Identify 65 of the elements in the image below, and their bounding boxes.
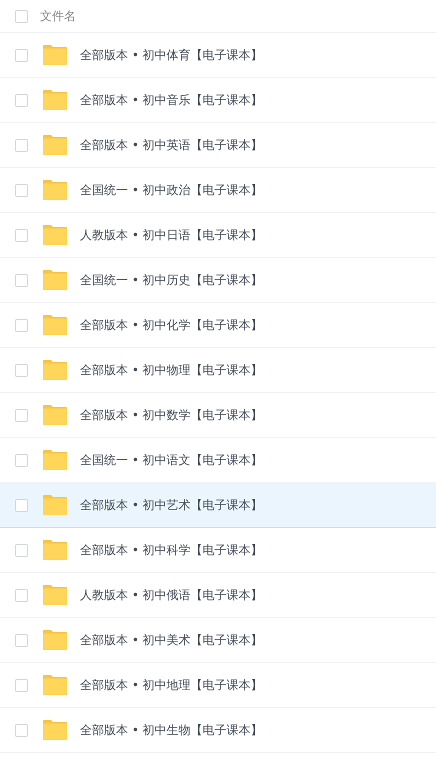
folder-icon xyxy=(42,494,68,516)
row-checkbox[interactable] xyxy=(15,498,28,512)
row-checkbox[interactable] xyxy=(15,274,28,286)
file-name[interactable]: 全国统一 • 初中政治【电子课本】 xyxy=(80,182,263,198)
file-name[interactable]: 全部版本 • 初中体育【电子课本】 xyxy=(80,46,263,64)
row-checkbox[interactable] xyxy=(15,184,28,196)
file-row[interactable]: 全国统一 • 初中历史【电子课本】 xyxy=(0,258,436,303)
file-name[interactable]: 人教版本 • 初中日语【电子课本】 xyxy=(80,226,263,244)
folder-icon xyxy=(42,134,68,156)
file-row[interactable]: 全部版本 • 初中数学【电子课本】 xyxy=(0,393,436,438)
row-checkbox[interactable] xyxy=(15,94,28,106)
row-checkbox[interactable] xyxy=(15,228,28,242)
folder-icon xyxy=(42,314,68,336)
row-checkbox[interactable] xyxy=(15,724,28,736)
folder-icon xyxy=(42,629,68,651)
row-checkbox[interactable] xyxy=(15,454,28,466)
folder-icon xyxy=(42,584,68,606)
file-name[interactable]: 全部版本 • 初中生物【电子课本】 xyxy=(80,722,263,738)
file-name[interactable]: 全国统一 • 初中语文【电子课本】 xyxy=(80,452,263,468)
file-name[interactable]: 全国统一 • 初中历史【电子课本】 xyxy=(80,272,263,288)
folder-icon xyxy=(42,719,68,741)
file-row[interactable]: 全部版本 • 初中英语【电子课本】 xyxy=(0,123,436,168)
file-row[interactable]: 全部版本 • 初中地理【电子课本】 xyxy=(0,663,436,708)
file-row[interactable]: 全部版本 • 初中音乐【电子课本】 xyxy=(0,78,436,123)
file-row[interactable]: 全部版本 • 初中体育【电子课本】 xyxy=(0,33,436,78)
folder-icon xyxy=(42,539,68,561)
folder-icon xyxy=(42,449,68,471)
select-all-checkbox[interactable] xyxy=(15,10,28,22)
row-checkbox[interactable] xyxy=(15,588,28,602)
file-name[interactable]: 全部版本 • 初中物理【电子课本】 xyxy=(80,362,263,378)
file-row[interactable]: 全国统一 • 初中政治【电子课本】 xyxy=(0,168,436,213)
row-checkbox[interactable] xyxy=(15,678,28,692)
row-checkbox[interactable] xyxy=(15,544,28,556)
folder-icon xyxy=(42,224,68,246)
row-checkbox[interactable] xyxy=(15,364,28,376)
file-name[interactable]: 全部版本 • 初中地理【电子课本】 xyxy=(80,676,263,694)
file-row[interactable]: 全部版本 • 初中物理【电子课本】 xyxy=(0,348,436,393)
row-checkbox[interactable] xyxy=(15,48,28,62)
row-checkbox[interactable] xyxy=(15,408,28,422)
file-name[interactable]: 全部版本 • 初中美术【电子课本】 xyxy=(80,632,263,648)
folder-icon xyxy=(42,359,68,381)
folder-icon xyxy=(42,269,68,291)
file-row[interactable]: 人教版本 • 初中日语【电子课本】 xyxy=(0,213,436,258)
file-name[interactable]: 全部版本 • 初中音乐【电子课本】 xyxy=(80,92,263,108)
file-name[interactable]: 全部版本 • 初中科学【电子课本】 xyxy=(80,542,263,558)
folder-icon xyxy=(42,44,68,66)
file-name[interactable]: 全部版本 • 初中化学【电子课本】 xyxy=(80,316,263,334)
file-name[interactable]: 人教版本 • 初中俄语【电子课本】 xyxy=(80,586,263,604)
file-row[interactable]: 全部版本 • 初中艺术【电子课本】 xyxy=(0,483,436,528)
row-checkbox[interactable] xyxy=(15,318,28,332)
file-row[interactable]: 人教版本 • 初中俄语【电子课本】 xyxy=(0,573,436,618)
file-row[interactable]: 全部版本 • 初中科学【电子课本】 xyxy=(0,528,436,573)
file-name[interactable]: 全部版本 • 初中艺术【电子课本】 xyxy=(80,496,263,514)
file-row[interactable]: 全部版本 • 初中生物【电子课本】 xyxy=(0,708,436,753)
folder-icon xyxy=(42,89,68,111)
folder-icon xyxy=(42,404,68,426)
folder-icon xyxy=(42,674,68,696)
row-checkbox[interactable] xyxy=(15,138,28,152)
row-checkbox[interactable] xyxy=(15,634,28,646)
file-name[interactable]: 全部版本 • 初中数学【电子课本】 xyxy=(80,406,263,424)
file-name[interactable]: 全部版本 • 初中英语【电子课本】 xyxy=(80,136,263,154)
folder-icon xyxy=(42,179,68,201)
file-row[interactable]: 全部版本 • 初中美术【电子课本】 xyxy=(0,618,436,663)
file-row[interactable]: 全部版本 • 初中化学【电子课本】 xyxy=(0,303,436,348)
column-header: 文件名 xyxy=(40,8,76,24)
